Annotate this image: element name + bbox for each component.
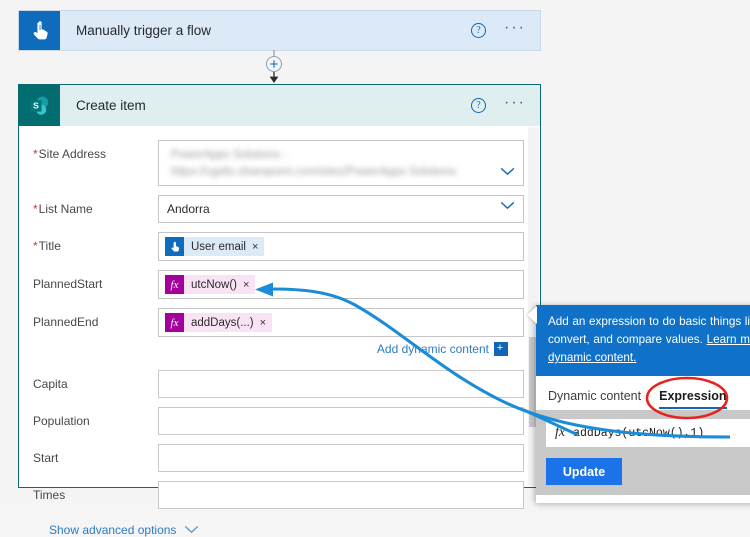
chevron-down-icon bbox=[184, 523, 199, 537]
help-icon[interactable]: ? bbox=[471, 23, 487, 38]
capita-input[interactable] bbox=[158, 370, 524, 398]
action-card-header: S Create item ? ··· bbox=[19, 85, 540, 126]
chevron-down-icon[interactable] bbox=[500, 199, 515, 213]
add-dynamic-content-row: Add dynamic content + bbox=[33, 342, 524, 356]
site-address-dropdown[interactable]: PowerApps Solutions - https://cgsltx.sha… bbox=[158, 140, 524, 186]
expression-input-value: addDays(utcNow(),1) bbox=[573, 426, 705, 440]
expression-flyout-panel[interactable]: Add an expression to do basic things li … bbox=[536, 305, 750, 503]
token-label: addDays(...) bbox=[184, 313, 260, 332]
svg-text:S: S bbox=[32, 100, 38, 110]
action-card-create-item[interactable]: S Create item ? ··· *Site Address PowerA… bbox=[18, 84, 541, 537]
panel-info-text-2: convert, and compare values. bbox=[548, 333, 707, 346]
more-options-icon[interactable]: ··· bbox=[504, 19, 526, 38]
tap-pointer-icon bbox=[19, 11, 60, 50]
remove-token-icon[interactable]: × bbox=[251, 237, 265, 256]
flow-designer-canvas: Manually trigger a flow ? ··· S Create i… bbox=[0, 0, 750, 537]
required-asterisk: * bbox=[33, 147, 38, 161]
field-row: *Site Address PowerApps Solutions - http… bbox=[33, 140, 524, 186]
list-name-value: Andorra bbox=[167, 202, 210, 216]
panel-body: fx addDays(utcNow(),1) Update bbox=[536, 410, 750, 495]
panel-footer bbox=[536, 495, 750, 503]
tap-pointer-icon bbox=[165, 237, 184, 256]
field-row: Times bbox=[33, 481, 524, 509]
update-button[interactable]: Update bbox=[546, 458, 622, 485]
fx-icon: fx bbox=[555, 425, 566, 440]
action-card-actions: ? ··· bbox=[471, 85, 540, 126]
field-row: *Title User email × bbox=[33, 232, 524, 261]
more-options-icon[interactable]: ··· bbox=[504, 94, 526, 113]
times-input[interactable] bbox=[158, 481, 524, 509]
expression-input[interactable]: fx addDays(utcNow(),1) bbox=[546, 419, 750, 447]
field-row: PlannedStart fx utcNow() × bbox=[33, 270, 524, 299]
trigger-card-title: Manually trigger a flow bbox=[76, 23, 212, 38]
field-label-plannedstart: PlannedStart bbox=[33, 277, 103, 291]
panel-tabs: Dynamic content Expression bbox=[536, 376, 750, 410]
fx-icon: fx bbox=[165, 313, 184, 332]
remove-token-icon[interactable]: × bbox=[243, 275, 256, 294]
population-input[interactable] bbox=[158, 407, 524, 435]
fx-icon: fx bbox=[165, 275, 184, 294]
title-input[interactable]: User email × bbox=[158, 232, 524, 261]
plannedstart-input[interactable]: fx utcNow() × bbox=[158, 270, 524, 299]
field-label-population: Population bbox=[33, 414, 90, 428]
add-dynamic-content-link[interactable]: Add dynamic content bbox=[377, 342, 489, 356]
field-label-start: Start bbox=[33, 451, 59, 465]
field-label-title: *Title bbox=[33, 239, 61, 253]
field-row: *List Name Andorra bbox=[33, 195, 524, 223]
tab-expression[interactable]: Expression bbox=[659, 389, 727, 410]
sharepoint-icon: S bbox=[19, 85, 60, 126]
field-row: Start bbox=[33, 444, 524, 472]
show-advanced-options-label: Show advanced options bbox=[49, 523, 177, 537]
token-label: User email bbox=[184, 237, 252, 256]
add-step-plus-icon[interactable] bbox=[252, 50, 296, 84]
expression-token-utcnow[interactable]: fx utcNow() × bbox=[165, 275, 256, 294]
site-address-value-redacted: PowerApps Solutions - https://cgsltx.sha… bbox=[171, 149, 457, 178]
action-card-title: Create item bbox=[76, 98, 146, 113]
required-asterisk: * bbox=[33, 202, 38, 216]
start-input[interactable] bbox=[158, 444, 524, 472]
token-label: utcNow() bbox=[184, 275, 244, 294]
tab-dynamic-content[interactable]: Dynamic content bbox=[548, 389, 641, 410]
dynamic-content-token-user-email[interactable]: User email × bbox=[165, 237, 265, 256]
panel-info-text-1: Add an expression to do basic things li bbox=[548, 315, 750, 328]
chevron-down-icon[interactable] bbox=[500, 165, 515, 179]
field-row: PlannedEnd fx addDays(...) × bbox=[33, 308, 524, 337]
add-dynamic-content-badge[interactable]: + bbox=[494, 342, 508, 356]
field-label-list-name: *List Name bbox=[33, 202, 93, 216]
field-row: Capita bbox=[33, 370, 524, 398]
trigger-card-actions: ? ··· bbox=[471, 11, 540, 50]
dynamic-content-link[interactable]: dynamic content. bbox=[548, 351, 636, 364]
help-icon[interactable]: ? bbox=[471, 98, 487, 113]
required-asterisk: * bbox=[33, 239, 38, 253]
field-row: Population bbox=[33, 407, 524, 435]
remove-token-icon[interactable]: × bbox=[259, 313, 273, 332]
show-advanced-options-toggle[interactable]: Show advanced options bbox=[49, 523, 524, 537]
field-label-site-address: *Site Address bbox=[33, 147, 107, 161]
plannedend-input[interactable]: fx addDays(...) × bbox=[158, 308, 524, 337]
expression-token-adddays[interactable]: fx addDays(...) × bbox=[165, 313, 273, 332]
trigger-card-manually-trigger-a-flow[interactable]: Manually trigger a flow ? ··· bbox=[18, 10, 541, 51]
field-label-times: Times bbox=[33, 488, 66, 502]
action-card-form: *Site Address PowerApps Solutions - http… bbox=[19, 126, 540, 537]
panel-info-banner: Add an expression to do basic things li … bbox=[536, 305, 750, 376]
panel-pointer-triangle bbox=[527, 306, 537, 324]
learn-more-link[interactable]: Learn m bbox=[707, 333, 750, 346]
list-name-dropdown[interactable]: Andorra bbox=[158, 195, 524, 223]
field-label-capita: Capita bbox=[33, 377, 68, 391]
field-label-plannedend: PlannedEnd bbox=[33, 315, 99, 329]
